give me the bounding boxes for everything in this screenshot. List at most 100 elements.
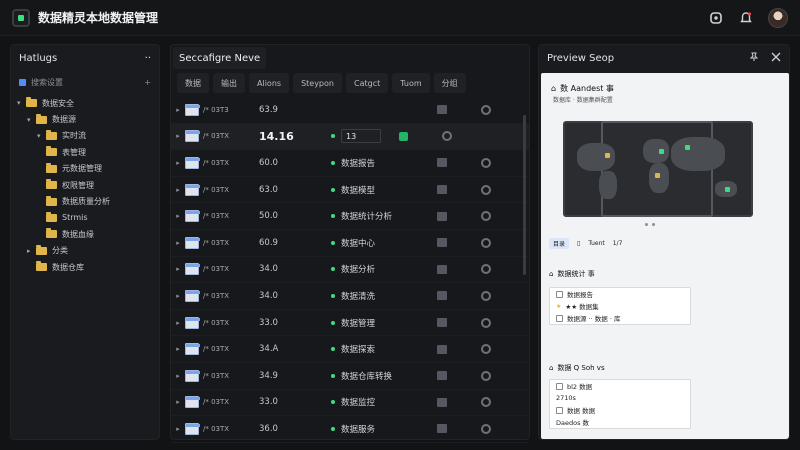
tab[interactable]: Alions xyxy=(249,73,290,93)
chevron-down-icon[interactable]: ▾ xyxy=(27,116,36,124)
sync-icon[interactable] xyxy=(481,370,491,381)
close-icon[interactable] xyxy=(771,52,781,65)
row-file: /* 03TX xyxy=(203,371,230,380)
document-icon[interactable] xyxy=(437,371,447,381)
tree-item[interactable]: 表管理 xyxy=(17,144,153,160)
table-row[interactable]: ▸ /* 03TX 36.0 数据服务 xyxy=(171,416,529,443)
expand-arrow-icon[interactable]: ▸ xyxy=(171,398,185,406)
tree-search[interactable]: 搜索设置 + xyxy=(19,75,151,89)
sync-icon[interactable] xyxy=(481,184,491,195)
document-icon[interactable] xyxy=(437,291,447,301)
document-icon[interactable] xyxy=(437,344,447,354)
more-icon[interactable]: ·· xyxy=(145,53,151,64)
tree-item[interactable]: Strmis xyxy=(17,210,153,226)
tab[interactable]: 分组 xyxy=(433,73,466,93)
sync-icon[interactable] xyxy=(481,237,491,248)
document-icon[interactable] xyxy=(437,238,447,248)
scrollbar[interactable] xyxy=(523,115,526,275)
table-row[interactable]: ▸/* 03TX04.0数据集成 xyxy=(171,443,529,450)
expand-arrow-icon[interactable]: ▸ xyxy=(171,319,185,327)
list-button[interactable]: 目录 xyxy=(549,237,570,249)
document-icon[interactable] xyxy=(437,397,447,407)
document-icon[interactable] xyxy=(437,158,447,168)
checkbox[interactable] xyxy=(556,382,563,390)
chevron-down-icon[interactable]: ▾ xyxy=(37,132,46,140)
tree-item[interactable]: 元数据管理 xyxy=(17,161,153,177)
tree-item[interactable]: 数据血缘 xyxy=(17,226,153,242)
expand-arrow-icon[interactable]: ▸ xyxy=(171,265,185,273)
table-row[interactable]: ▸ /* 03TX 60.0 数据报告 xyxy=(171,150,529,177)
sync-icon[interactable] xyxy=(481,290,491,301)
sync-icon[interactable] xyxy=(481,344,491,355)
expand-arrow-icon[interactable]: ▸ xyxy=(171,132,185,140)
tab[interactable]: Steypon xyxy=(293,73,342,93)
table-row[interactable]: ▸ /* 03TX 34.0 数据分析 xyxy=(171,257,529,284)
table-row[interactable]: ▸ /* 03TX 63.0 数据模型 xyxy=(171,177,529,204)
expand-arrow-icon[interactable]: ▸ xyxy=(171,186,185,194)
tab[interactable]: Tuom xyxy=(392,73,430,93)
tree-item[interactable]: ▾ 实时流 xyxy=(17,128,153,144)
tree-item[interactable]: 权限管理 xyxy=(17,177,153,193)
status-dot xyxy=(331,293,335,298)
table-row[interactable]: ▸ /* 03TX 34.0 数据清洗 xyxy=(171,283,529,310)
expand-arrow-icon[interactable]: ▸ xyxy=(171,425,185,433)
table-row[interactable]: ▸ /* 03TX 50.0 数据统计分析 xyxy=(171,203,529,230)
sync-icon[interactable] xyxy=(442,131,452,142)
checkbox[interactable] xyxy=(556,290,563,298)
tree-item[interactable]: ▸ 分类 xyxy=(17,243,153,259)
tab[interactable]: Catgct xyxy=(345,73,389,93)
sync-icon[interactable] xyxy=(481,317,491,328)
carousel-pager[interactable] xyxy=(645,223,655,226)
sync-icon[interactable] xyxy=(481,104,491,115)
expand-arrow-icon[interactable]: ▸ xyxy=(171,372,185,380)
user-avatar[interactable] xyxy=(768,7,788,28)
tree-item[interactable]: 数据仓库 xyxy=(17,259,153,275)
pin-icon[interactable] xyxy=(749,52,759,65)
sync-icon[interactable] xyxy=(481,211,491,222)
notification-bell-icon[interactable] xyxy=(738,10,754,26)
folder-icon xyxy=(185,210,200,223)
table-row[interactable]: ▸ /* 03T3 63.9 xyxy=(171,97,529,124)
folder-icon xyxy=(36,113,47,124)
checkbox[interactable] xyxy=(556,314,563,322)
document-icon[interactable] xyxy=(437,211,447,221)
expand-arrow-icon[interactable]: ▸ xyxy=(171,239,185,247)
document-icon[interactable] xyxy=(437,264,447,274)
table-row[interactable]: ▸ /* 03TX 60.9 数据中心 xyxy=(171,230,529,257)
document-icon[interactable] xyxy=(437,424,447,434)
middle-panel: Seccafigre Neve 数据 输出 Alions Steypon Catgct T… xyxy=(170,44,530,450)
left-panel: Hatlugs ·· 搜索设置 + ▾ 数据安全 ▾ 数据源 ▾ 实时流 表管理 元数据管理权… xyxy=(10,44,160,440)
filter-icon xyxy=(19,78,26,86)
sync-icon[interactable] xyxy=(481,157,491,168)
table-row[interactable]: ▸ /* 03TX 34.9 数据仓库转换 xyxy=(171,363,529,390)
table-row[interactable]: ▸ /* 03TX 34.A 数据探索 xyxy=(171,336,529,363)
tab[interactable]: 输出 xyxy=(213,73,245,93)
folder-icon xyxy=(46,146,57,157)
tab[interactable]: 数据 xyxy=(177,73,209,93)
document-icon[interactable] xyxy=(437,318,447,328)
tree-item[interactable]: 数据质量分析 xyxy=(17,193,153,209)
settings-icon[interactable] xyxy=(708,10,724,26)
table-row[interactable]: ▸ /* 03TX 14.16 13 xyxy=(171,123,529,151)
tree-item[interactable]: ▾ 数据安全 xyxy=(17,95,153,111)
chevron-down-icon[interactable]: ▾ xyxy=(17,99,26,107)
table-row[interactable]: ▸ /* 03TX 33.0 数据监控 xyxy=(171,390,529,417)
expand-arrow-icon[interactable]: ▸ xyxy=(171,292,185,300)
expand-arrow-icon[interactable]: ▸ xyxy=(171,159,185,167)
sync-icon[interactable] xyxy=(481,423,491,434)
expand-arrow-icon[interactable]: ▸ xyxy=(171,212,185,220)
sync-icon[interactable] xyxy=(481,264,491,275)
add-icon[interactable]: + xyxy=(144,78,151,87)
checkbox[interactable] xyxy=(556,406,563,414)
middle-panel-title: Seccafigre Neve xyxy=(173,47,267,69)
left-panel-title: Hatlugs xyxy=(19,52,58,64)
document-icon[interactable] xyxy=(437,185,447,195)
row-edit-input[interactable]: 13 xyxy=(341,129,381,144)
tree-item[interactable]: ▾ 数据源 xyxy=(17,111,153,127)
table-row[interactable]: ▸ /* 03TX 33.0 数据管理 xyxy=(171,310,529,337)
expand-arrow-icon[interactable]: ▸ xyxy=(171,345,185,353)
expand-arrow-icon[interactable]: ▸ xyxy=(171,106,185,114)
document-icon[interactable] xyxy=(437,105,447,115)
sync-icon[interactable] xyxy=(481,397,491,408)
chevron-right-icon[interactable]: ▸ xyxy=(27,247,36,255)
